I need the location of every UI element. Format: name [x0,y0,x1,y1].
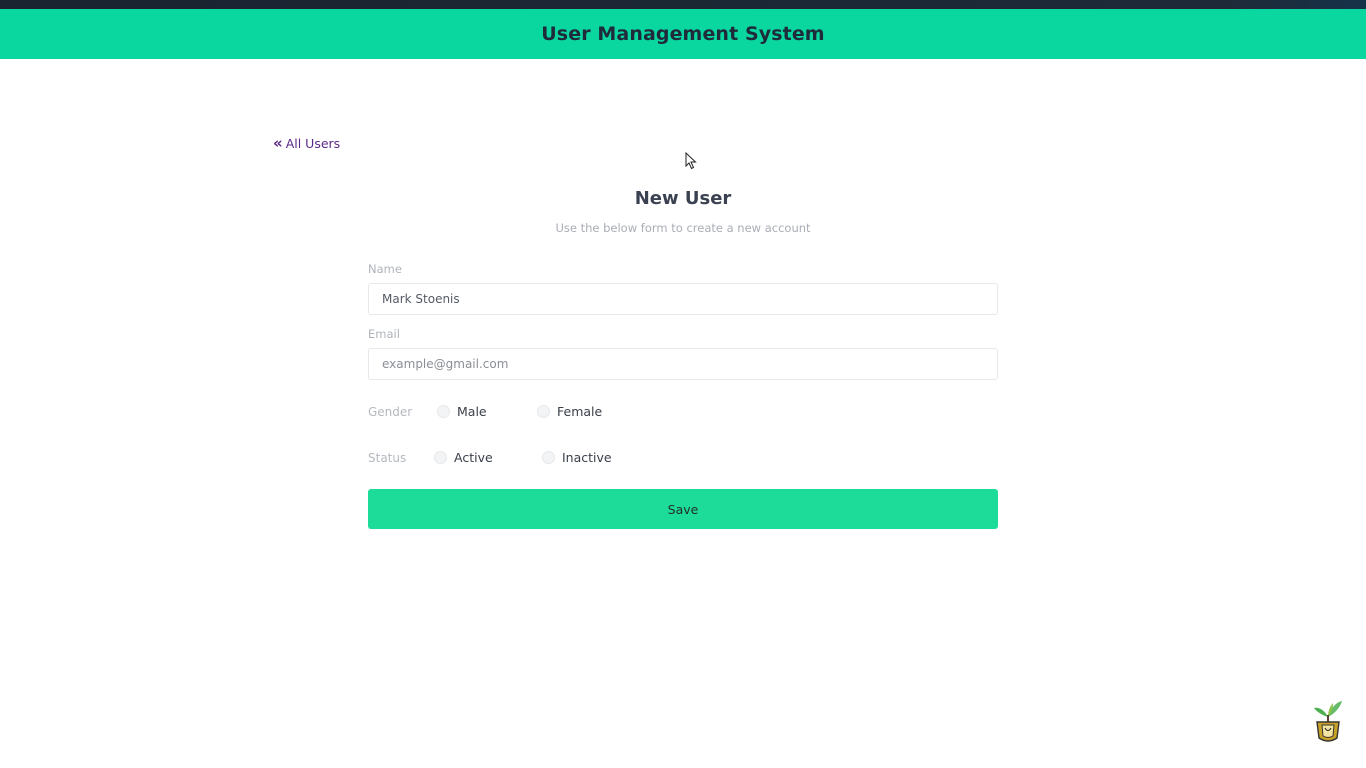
form-title: New User [634,188,732,209]
all-users-link[interactable]: « All Users [273,133,341,152]
name-label: Name [368,262,402,276]
email-input[interactable] [368,348,998,380]
radio-circle-icon [542,451,555,464]
status-active-radio[interactable]: Active [434,450,493,465]
radio-circle-icon [437,405,450,418]
app-header: User Management System [0,9,1366,59]
gender-male-radio[interactable]: Male [437,404,487,419]
gender-female-label: Female [557,404,603,419]
app-title: User Management System [541,23,825,45]
gender-male-label: Male [457,404,487,419]
radio-circle-icon [434,451,447,464]
status-label: Status [368,451,407,465]
name-input[interactable] [368,283,998,315]
form-subtitle: Use the below form to create a new accou… [555,221,811,235]
status-active-label: Active [454,450,493,465]
status-inactive-label: Inactive [562,450,612,465]
save-button[interactable]: Save [368,489,998,529]
gender-female-radio[interactable]: Female [537,404,602,419]
radio-circle-icon [537,405,550,418]
double-chevron-left-icon: « [273,133,283,152]
window-top-strip [0,0,1366,9]
gender-label: Gender [368,405,413,419]
email-label: Email [368,327,400,341]
status-inactive-radio[interactable]: Inactive [542,450,612,465]
mouse-cursor-icon [685,152,697,170]
gender-radio-group: Gender [368,402,412,422]
status-radio-group: Status [368,448,406,468]
all-users-link-label: All Users [285,136,341,151]
channel-logo-icon [1314,701,1342,742]
